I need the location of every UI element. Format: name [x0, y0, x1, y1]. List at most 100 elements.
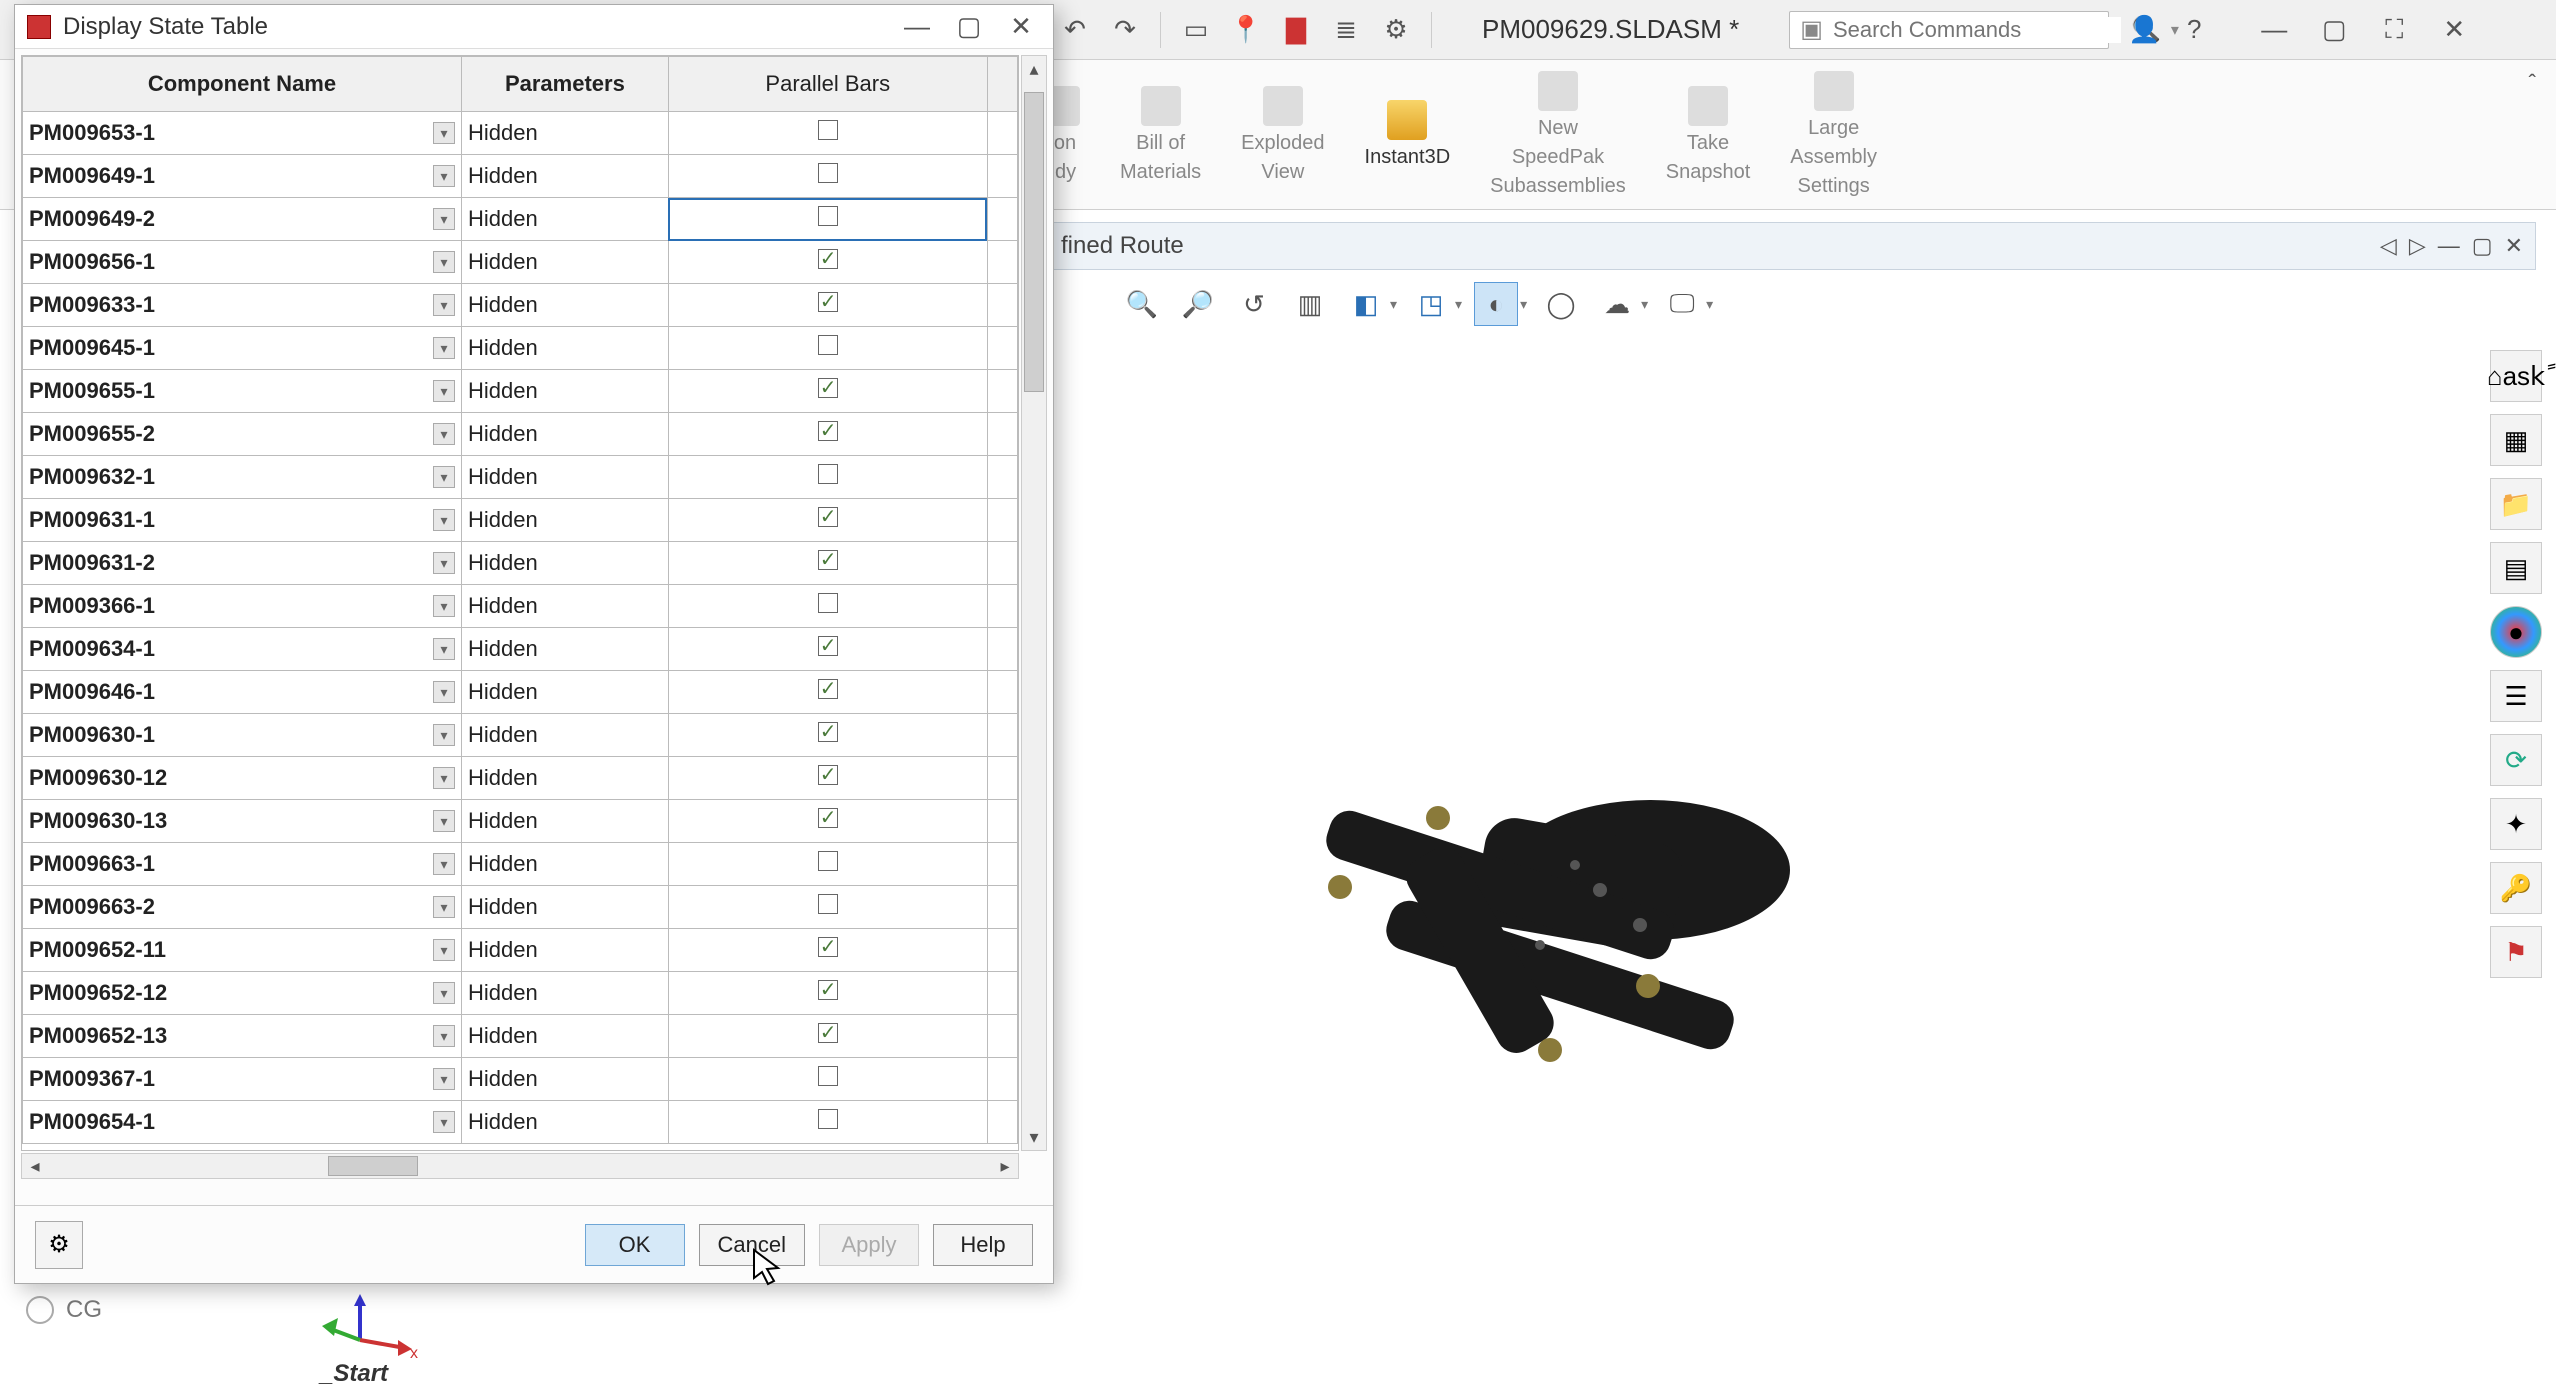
- table-row[interactable]: PM009663-2▾Hidden: [23, 886, 1018, 929]
- row-dropdown-icon[interactable]: ▾: [433, 509, 455, 531]
- tp-resources-icon[interactable]: ▦: [2490, 414, 2542, 466]
- col-component-name[interactable]: Component Name: [23, 57, 462, 112]
- parallel-bars-checkbox[interactable]: [818, 120, 838, 140]
- graphics-area[interactable]: [1040, 340, 2476, 1328]
- parallel-bars-checkbox[interactable]: [818, 937, 838, 957]
- parameter-value[interactable]: Hidden: [468, 550, 538, 576]
- select-icon[interactable]: ▭: [1181, 15, 1211, 45]
- table-row[interactable]: PM009634-1▾Hidden: [23, 628, 1018, 671]
- table-row[interactable]: PM009633-1▾Hidden: [23, 284, 1018, 327]
- table-row[interactable]: PM009366-1▾Hidden: [23, 585, 1018, 628]
- row-dropdown-icon[interactable]: ▾: [433, 337, 455, 359]
- hide-show-icon[interactable]: ◐: [1474, 282, 1518, 326]
- parallel-bars-checkbox[interactable]: [818, 507, 838, 527]
- row-dropdown-icon[interactable]: ▾: [433, 982, 455, 1004]
- user-icon[interactable]: 👤: [2129, 15, 2159, 45]
- parameter-value[interactable]: Hidden: [468, 163, 538, 189]
- ok-button[interactable]: OK: [585, 1224, 685, 1266]
- close-app-button[interactable]: ✕: [2439, 15, 2469, 45]
- h-scroll-thumb[interactable]: [328, 1156, 418, 1176]
- color-icon[interactable]: ▇: [1281, 15, 1311, 45]
- parameter-value[interactable]: Hidden: [468, 894, 538, 920]
- parallel-bars-checkbox[interactable]: [818, 163, 838, 183]
- search-input[interactable]: [1833, 17, 2121, 43]
- table-row[interactable]: PM009367-1▾Hidden: [23, 1058, 1018, 1101]
- zoom-area-icon[interactable]: 🔎: [1176, 282, 1220, 326]
- table-row[interactable]: PM009663-1▾Hidden: [23, 843, 1018, 886]
- row-dropdown-icon[interactable]: ▾: [433, 767, 455, 789]
- row-dropdown-icon[interactable]: ▾: [433, 466, 455, 488]
- view-triad[interactable]: x: [320, 1290, 420, 1360]
- tp-flag-icon[interactable]: ⚑: [2490, 926, 2542, 978]
- view-tab-label[interactable]: fined Route: [1061, 232, 1184, 260]
- scroll-right-icon[interactable]: ▸: [992, 1154, 1018, 1178]
- tp-library-icon[interactable]: 📁: [2490, 478, 2542, 530]
- table-row[interactable]: PM009630-1▾Hidden: [23, 714, 1018, 757]
- tp-view-palette-icon[interactable]: ▤: [2490, 542, 2542, 594]
- parameter-value[interactable]: Hidden: [468, 206, 538, 232]
- table-row[interactable]: PM009649-2▾Hidden: [23, 198, 1018, 241]
- parallel-bars-checkbox[interactable]: [818, 1066, 838, 1086]
- v-scroll-thumb[interactable]: [1024, 92, 1044, 392]
- pin-icon[interactable]: 📍: [1231, 15, 1261, 45]
- ribbon-collapse-icon[interactable]: ˆ: [2529, 70, 2536, 96]
- dialog-titlebar[interactable]: Display State Table — ▢ ✕: [15, 5, 1053, 49]
- horizontal-scrollbar[interactable]: ◂ ▸: [21, 1153, 1019, 1179]
- tp-properties-icon[interactable]: ☰: [2490, 670, 2542, 722]
- dialog-close-button[interactable]: ✕: [1001, 7, 1041, 47]
- row-dropdown-icon[interactable]: ▾: [433, 1068, 455, 1090]
- tp-refresh-icon[interactable]: ⟳: [2490, 734, 2542, 786]
- row-dropdown-icon[interactable]: ▾: [433, 724, 455, 746]
- parallel-bars-checkbox[interactable]: [818, 1023, 838, 1043]
- help-button[interactable]: Help: [933, 1224, 1033, 1266]
- parameter-value[interactable]: Hidden: [468, 464, 538, 490]
- row-dropdown-icon[interactable]: ▾: [433, 122, 455, 144]
- parameter-value[interactable]: Hidden: [468, 808, 538, 834]
- row-dropdown-icon[interactable]: ▾: [433, 638, 455, 660]
- parallel-bars-checkbox[interactable]: [818, 464, 838, 484]
- parameter-value[interactable]: Hidden: [468, 292, 538, 318]
- table-row[interactable]: PM009649-1▾Hidden: [23, 155, 1018, 198]
- parameter-value[interactable]: Hidden: [468, 679, 538, 705]
- view-close-icon[interactable]: ✕: [2505, 233, 2523, 259]
- view-prev-icon[interactable]: ◁: [2380, 233, 2397, 259]
- section-icon[interactable]: ▥: [1288, 282, 1332, 326]
- parallel-bars-checkbox[interactable]: [818, 851, 838, 871]
- gear-icon[interactable]: ⚙: [1381, 15, 1411, 45]
- table-row[interactable]: PM009630-12▾Hidden: [23, 757, 1018, 800]
- col-parallel-bars[interactable]: Parallel Bars: [668, 57, 987, 112]
- row-dropdown-icon[interactable]: ▾: [433, 208, 455, 230]
- parallel-bars-checkbox[interactable]: [818, 550, 838, 570]
- parallel-bars-checkbox[interactable]: [818, 378, 838, 398]
- parallel-bars-checkbox[interactable]: [818, 335, 838, 355]
- table-row[interactable]: PM009652-11▾Hidden: [23, 929, 1018, 972]
- parameter-value[interactable]: Hidden: [468, 980, 538, 1006]
- chevron-down-icon[interactable]: ▾: [2171, 20, 2179, 40]
- parameter-value[interactable]: Hidden: [468, 1066, 538, 1092]
- row-dropdown-icon[interactable]: ▾: [433, 595, 455, 617]
- row-dropdown-icon[interactable]: ▾: [433, 896, 455, 918]
- tp-home-icon[interactable]: ⌂askً: [2490, 350, 2542, 402]
- scroll-left-icon[interactable]: ◂: [22, 1154, 48, 1178]
- prev-view-icon[interactable]: ↺: [1232, 282, 1276, 326]
- parallel-bars-checkbox[interactable]: [818, 722, 838, 742]
- tp-key-icon[interactable]: 🔑: [2490, 862, 2542, 914]
- tp-forum-icon[interactable]: ✦: [2490, 798, 2542, 850]
- table-row[interactable]: PM009653-1▾Hidden: [23, 112, 1018, 155]
- tp-appearance-icon[interactable]: ●: [2490, 606, 2542, 658]
- parameter-value[interactable]: Hidden: [468, 507, 538, 533]
- parameter-value[interactable]: Hidden: [468, 722, 538, 748]
- display-style-icon[interactable]: ◳: [1409, 282, 1453, 326]
- row-dropdown-icon[interactable]: ▾: [433, 1025, 455, 1047]
- vertical-scrollbar[interactable]: ▴ ▾: [1021, 55, 1047, 1151]
- row-dropdown-icon[interactable]: ▾: [433, 552, 455, 574]
- table-row[interactable]: PM009656-1▾Hidden: [23, 241, 1018, 284]
- view-max-icon[interactable]: ▢: [2472, 233, 2493, 259]
- parallel-bars-checkbox[interactable]: [818, 421, 838, 441]
- redo-icon[interactable]: ↷: [1110, 15, 1140, 45]
- row-dropdown-icon[interactable]: ▾: [433, 380, 455, 402]
- parameter-value[interactable]: Hidden: [468, 593, 538, 619]
- parallel-bars-checkbox[interactable]: [818, 292, 838, 312]
- dialog-maximize-button[interactable]: ▢: [949, 7, 989, 47]
- restore-button[interactable]: ▢: [2319, 15, 2349, 45]
